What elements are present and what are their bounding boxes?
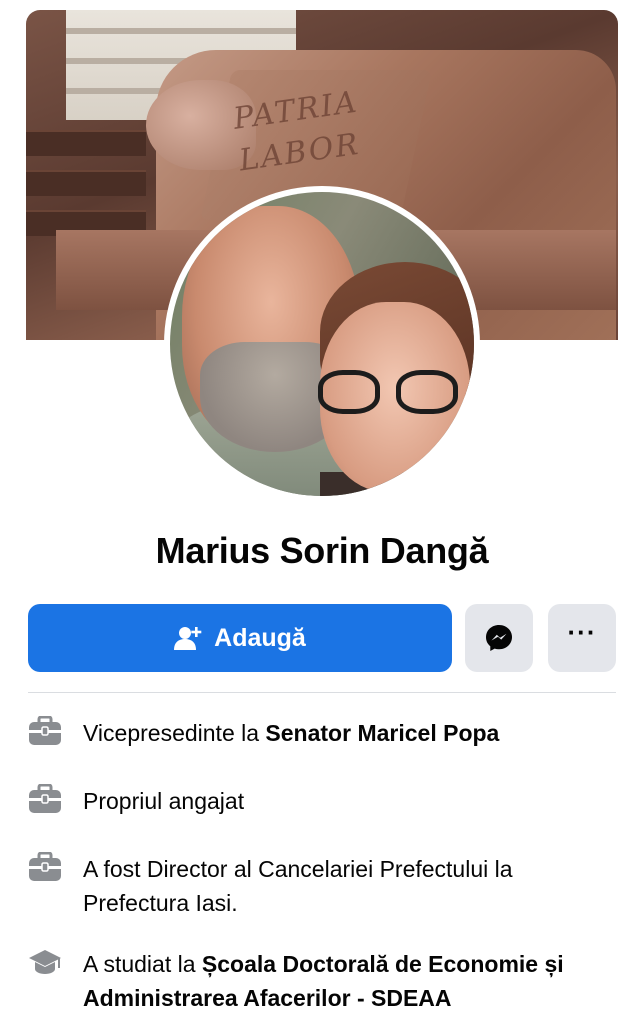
detail-prefix: Propriul angajat [83,788,245,814]
profile-picture[interactable] [164,186,480,502]
briefcase-icon [29,852,61,881]
detail-prefix: A studiat la [83,951,202,977]
cover-window-frame [66,28,296,34]
detail-text: A fost Director al Cancelariei Prefectul… [83,852,623,920]
add-friend-label: Adaugă [214,623,306,652]
messenger-icon [486,625,512,651]
add-friend-button[interactable]: Adaugă [28,604,452,672]
graduation-cap-icon [29,950,61,974]
more-options-label: ··· [567,616,597,647]
message-button[interactable] [465,604,533,672]
detail-text: Propriul angajat [83,784,623,818]
profile-name: Marius Sorin Dangă [155,530,489,571]
more-options-button[interactable]: ··· [548,604,616,672]
divider [28,692,616,693]
workplace-link[interactable]: Senator Maricel Popa [265,720,499,746]
action-buttons: Adaugă ··· [28,604,616,672]
detail-text: A studiat la Școala Doctorală de Economi… [83,947,623,1015]
detail-text: Vicepresedinte la Senator Maricel Popa [83,716,623,750]
cover-stair [26,130,146,156]
briefcase-icon [29,716,61,745]
add-friend-icon [174,627,202,650]
cover-stair [26,170,146,196]
cover-engraving: PATRIA LABOR [231,82,367,183]
profile-photo [170,192,474,496]
briefcase-icon [29,784,61,813]
photo-glasses [318,370,468,414]
detail-prefix: Vicepresedinte la [83,720,266,746]
detail-prefix: A fost Director al Cancelariei Prefectul… [83,856,513,916]
